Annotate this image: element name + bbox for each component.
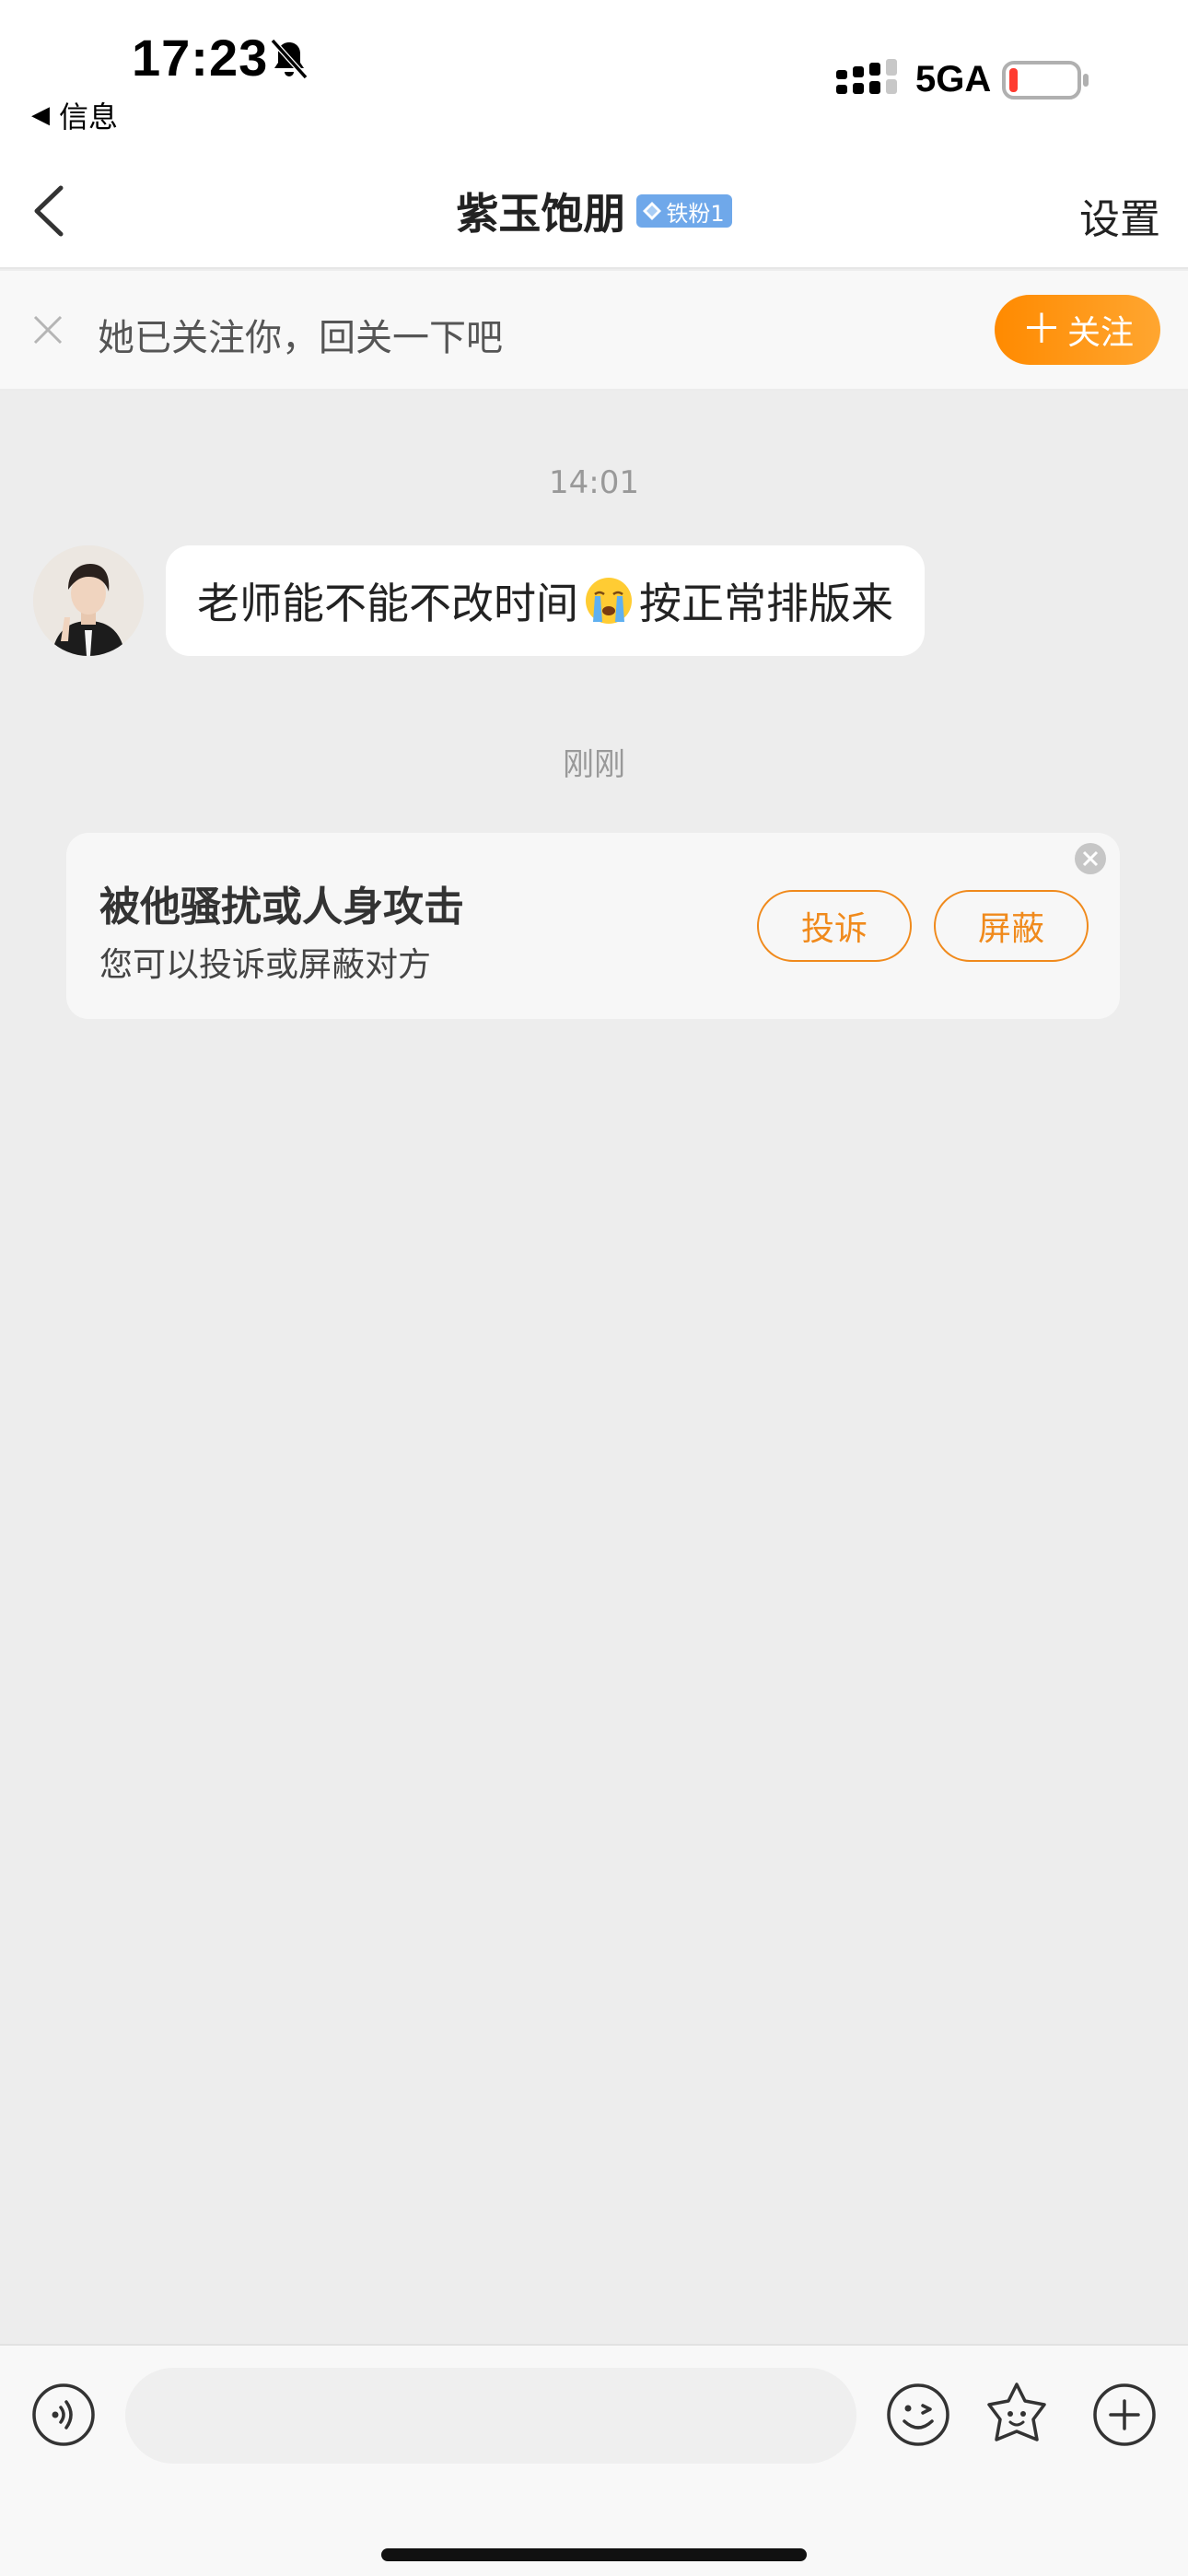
- back-app-label: 信息: [59, 100, 119, 135]
- message-text-part2: 按正常排版来: [639, 579, 893, 628]
- back-triangle-icon: ◀: [31, 101, 50, 129]
- signal-icon: [836, 59, 897, 94]
- follow-back-banner: 她已关注你，回关一下吧 ＋ 关注: [0, 271, 1188, 391]
- harassment-subtitle: 您可以投诉或屏蔽对方: [99, 946, 432, 984]
- nav-bar: 紫玉饱朋 铁粉1 设置: [0, 157, 1188, 269]
- block-button[interactable]: 屏蔽: [934, 890, 1089, 962]
- harassment-report-card: 被他骚扰或人身攻击 您可以投诉或屏蔽对方 投诉 屏蔽: [66, 833, 1120, 1019]
- settings-button[interactable]: 设置: [1079, 186, 1160, 245]
- message-input[interactable]: [125, 2368, 856, 2464]
- follow-button-label: 关注: [1066, 314, 1134, 352]
- voice-icon[interactable]: [31, 2383, 96, 2447]
- battery-icon: [1002, 61, 1089, 100]
- diamond-icon: [643, 202, 662, 220]
- nav-title-wrap: 紫玉饱朋 铁粉1: [0, 181, 1188, 241]
- plus-icon: ＋: [1020, 306, 1062, 353]
- follow-back-text: 她已关注你，回关一下吧: [98, 317, 503, 359]
- close-circle-icon[interactable]: [1074, 842, 1107, 875]
- status-time: 17:23: [132, 29, 269, 87]
- report-button[interactable]: 投诉: [757, 890, 912, 962]
- crying-face-icon: [586, 578, 632, 624]
- network-label: 5GA: [915, 59, 992, 100]
- avatar[interactable]: [33, 545, 144, 656]
- chat-area[interactable]: 14:01 老师能不能不改时间 按正常排版来 刚刚 被他骚扰或人身攻击 您可以投…: [0, 391, 1188, 2344]
- page-title: 紫玉饱朋: [456, 189, 626, 239]
- message-timestamp: 14:01: [549, 464, 639, 501]
- message-text-part1: 老师能不能不改时间: [197, 579, 578, 628]
- follow-button[interactable]: ＋ 关注: [995, 295, 1160, 365]
- bell-off-icon: [270, 38, 309, 80]
- harassment-title: 被他骚扰或人身攻击: [99, 884, 464, 931]
- system-timestamp: 刚刚: [563, 746, 625, 783]
- sticker-icon[interactable]: [984, 2381, 1050, 2447]
- fan-level-badge: 铁粉1: [636, 194, 732, 228]
- close-icon[interactable]: [31, 313, 64, 346]
- plus-icon[interactable]: [1092, 2383, 1157, 2447]
- status-bar: 17:23 ◀ 信息 5GA: [0, 0, 1188, 157]
- message-bubble[interactable]: 老师能不能不改时间 按正常排版来: [166, 545, 925, 656]
- wink-emoji-icon[interactable]: [886, 2383, 950, 2447]
- fan-badge-label: 铁粉1: [666, 200, 725, 227]
- back-to-app-link[interactable]: ◀ 信息: [31, 94, 118, 136]
- avatar-image: [33, 545, 144, 656]
- home-indicator[interactable]: [381, 2548, 807, 2561]
- message-row: 老师能不能不改时间 按正常排版来: [33, 545, 925, 656]
- input-bar: [0, 2344, 1188, 2576]
